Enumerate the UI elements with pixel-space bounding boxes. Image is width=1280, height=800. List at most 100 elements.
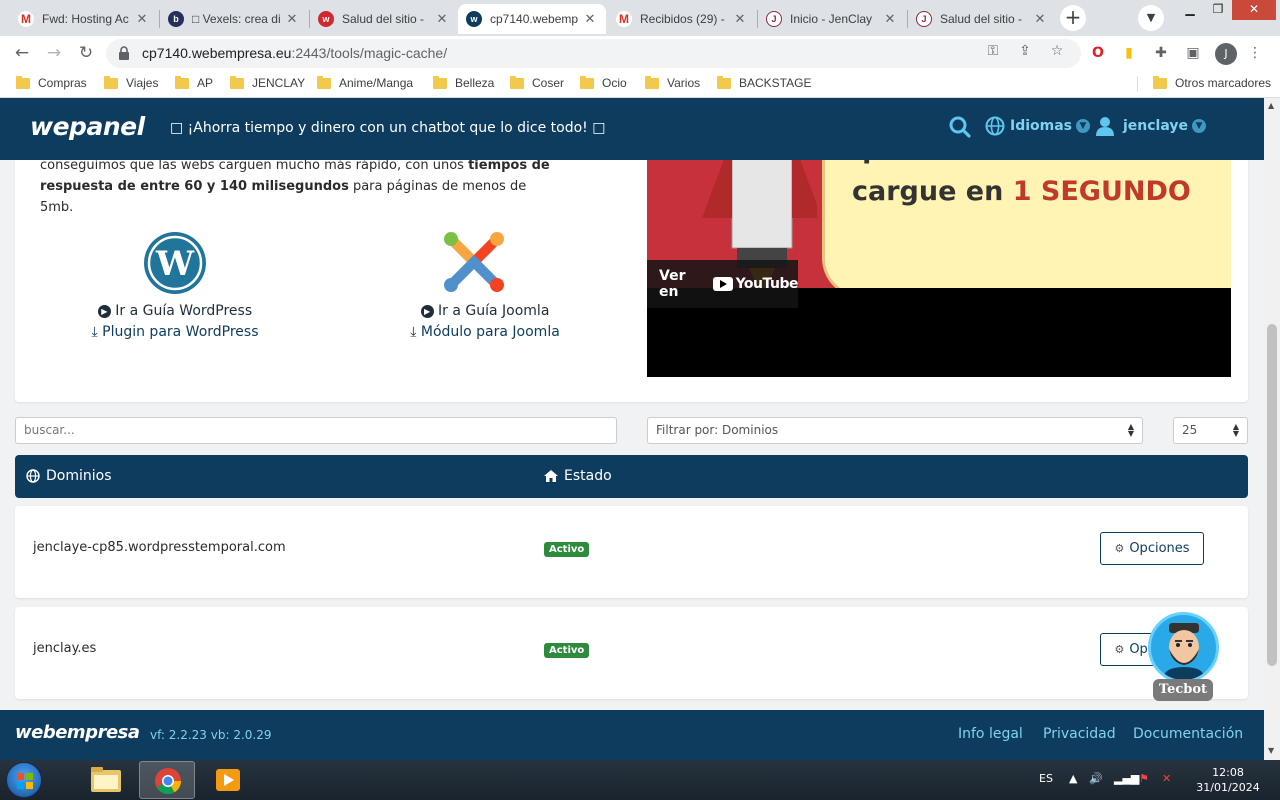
bookmark-folder[interactable]: Compras: [16, 75, 87, 90]
chrome-app[interactable]: [139, 761, 195, 799]
filter-select[interactable]: Filtrar por: Dominios ▲ ▼: [647, 417, 1143, 444]
joomla-module-link[interactable]: ⤓ Módulo para Joomla: [385, 322, 585, 343]
bot-avatar-icon: [1163, 623, 1205, 680]
gmail-icon: M: [18, 11, 34, 27]
user-icon: [1096, 117, 1114, 136]
scrollbar-thumb[interactable]: [1267, 324, 1277, 666]
search-field[interactable]: [15, 417, 617, 444]
select-arrows-icon: ▲ ▼: [1127, 422, 1134, 438]
close-icon[interactable]: ✕: [1032, 11, 1048, 27]
bookmark-folder[interactable]: Coser: [510, 75, 564, 90]
address-bar[interactable]: cp7140.webempresa.eu:2443/tools/magic-ca…: [106, 39, 1081, 68]
start-button[interactable]: [6, 762, 42, 798]
browser-toolbar: ← → ↻ cp7140.webempresa.eu:2443/tools/ma…: [0, 36, 1280, 70]
bookmark-folder[interactable]: Ocio: [580, 75, 627, 90]
notification-icon[interactable]: ⚑: [1139, 772, 1149, 785]
close-icon[interactable]: ✕: [434, 11, 450, 27]
search-icon: [949, 116, 971, 138]
joomla-guide-link[interactable]: ▶ Ir a Guía Joomla: [385, 301, 585, 322]
footer-link-privacy[interactable]: Privacidad: [1043, 726, 1116, 742]
bookmark-folder[interactable]: Belleza: [433, 75, 494, 90]
close-window-button[interactable]: ✕: [1232, 0, 1276, 20]
close-icon[interactable]: ✕: [284, 11, 300, 27]
new-tab-button[interactable]: +: [1060, 5, 1086, 31]
footer-link-docs[interactable]: Documentación: [1133, 726, 1243, 742]
forward-button[interactable]: →: [42, 42, 66, 64]
wordpress-plugin-link[interactable]: ⤓ Plugin para WordPress: [85, 322, 265, 343]
column-domains[interactable]: Dominios: [26, 468, 112, 484]
bookmark-folder[interactable]: Anime/Manga: [317, 75, 413, 90]
menu-icon[interactable]: ⋮: [1246, 44, 1264, 62]
system-clock[interactable]: 12:08 31/01/2024: [1188, 765, 1268, 795]
language-indicator[interactable]: ES: [1039, 772, 1053, 785]
tecbot-chat-button[interactable]: [1148, 612, 1219, 683]
bookmark-folder[interactable]: Varios: [645, 75, 700, 90]
per-page-select[interactable]: 25 ▲ ▼: [1173, 417, 1248, 444]
flag-icon[interactable]: ✕: [1162, 772, 1171, 785]
language-selector[interactable]: Idiomas ▼: [985, 116, 1091, 136]
sidepanel-icon[interactable]: ▣: [1184, 44, 1202, 62]
watch-on-youtube-button[interactable]: Ver en YouTube: [647, 260, 799, 308]
search-button[interactable]: [949, 116, 971, 138]
close-icon[interactable]: ✕: [582, 11, 598, 27]
back-button[interactable]: ←: [10, 42, 34, 64]
page-scrollbar[interactable]: ▲ ▼: [1264, 98, 1280, 760]
promo-link[interactable]: □ ¡Ahorra tiempo y dinero con un chatbot…: [170, 120, 605, 136]
wepanel-logo[interactable]: wepanel: [30, 112, 145, 141]
browser-tab[interactable]: J Salud del sitio - ✕: [908, 4, 1056, 34]
folder-icon: [1153, 75, 1167, 89]
bookmark-folder[interactable]: AP: [175, 75, 213, 90]
browser-tab[interactable]: M Fwd: Hosting Ac ✕: [10, 4, 158, 34]
close-icon[interactable]: ✕: [882, 11, 898, 27]
table-row: jenclay.es Activo ⚙ Opciones: [15, 607, 1248, 699]
scroll-up-icon[interactable]: ▲: [1268, 101, 1274, 110]
scroll-down-icon[interactable]: ▼: [1268, 746, 1274, 755]
bookmark-folder[interactable]: Viajes: [104, 75, 158, 90]
bookmark-folder[interactable]: JENCLAY: [230, 75, 305, 90]
browser-tab[interactable]: w Salud del sitio - ✕: [310, 4, 458, 34]
wordpress-logo-icon: W: [144, 232, 206, 294]
close-icon[interactable]: ✕: [732, 11, 748, 27]
tecbot-label[interactable]: Tecbot: [1153, 679, 1213, 701]
tray-expand-icon[interactable]: ▲: [1069, 772, 1077, 785]
bookmark-folder[interactable]: BACKSTAGE: [717, 75, 811, 90]
minimize-button[interactable]: ▁: [1176, 0, 1204, 20]
profile-avatar[interactable]: J: [1215, 43, 1237, 65]
network-icon[interactable]: ▂▄▆: [1114, 772, 1139, 785]
opera-extension-icon[interactable]: O: [1089, 44, 1107, 62]
star-icon[interactable]: ☆: [1047, 41, 1067, 61]
windows-logo-icon: [17, 773, 33, 789]
close-icon[interactable]: ✕: [134, 11, 150, 27]
user-menu[interactable]: jenclaye ▼: [1095, 116, 1206, 136]
volume-icon[interactable]: 🔊: [1089, 772, 1103, 785]
browser-tab[interactable]: M Recibidos (29) - ✕: [608, 4, 756, 34]
key-icon[interactable]: ⚿: [983, 41, 1003, 61]
webempresa-logo[interactable]: webempresa: [15, 722, 140, 743]
arrow-circle-icon: ▶: [420, 305, 434, 318]
maximize-button[interactable]: ❐: [1204, 0, 1232, 20]
file-explorer-app[interactable]: [78, 761, 134, 799]
footer-link-legal[interactable]: Info legal: [958, 726, 1023, 742]
share-icon[interactable]: ⇪: [1015, 41, 1035, 61]
puzzle-icon[interactable]: ✚: [1152, 44, 1170, 62]
reload-button[interactable]: ↻: [74, 42, 98, 64]
svg-text:W: W: [155, 244, 195, 284]
media-player-app[interactable]: [200, 761, 256, 799]
media-player-icon: [216, 769, 240, 791]
domain-name: jenclaye-cp85.wordpresstemporal.com: [33, 540, 286, 555]
column-status[interactable]: Estado: [543, 468, 612, 484]
other-bookmarks[interactable]: Otros marcadores: [1153, 75, 1271, 90]
browser-tab[interactable]: J Inicio - JenClay ✕: [758, 4, 906, 34]
browser-tab[interactable]: b □ Vexels: crea di ✕: [160, 4, 308, 34]
wordpress-guide-link[interactable]: ▶ Ir a Guía WordPress: [85, 301, 265, 322]
tab-search-button[interactable]: ▼: [1138, 5, 1164, 31]
gears-icon: ⚙: [1114, 542, 1125, 555]
browser-tab-active[interactable]: w cp7140.webemp ✕: [458, 4, 606, 34]
search-input[interactable]: [24, 423, 608, 437]
extension-icon[interactable]: ▮: [1120, 44, 1138, 62]
download-icon: ⤓: [410, 324, 417, 340]
status-badge: Activo: [544, 542, 590, 557]
options-button[interactable]: ⚙ Opciones: [1100, 532, 1204, 565]
lock-icon: [119, 46, 129, 60]
folder-icon: [230, 75, 244, 89]
